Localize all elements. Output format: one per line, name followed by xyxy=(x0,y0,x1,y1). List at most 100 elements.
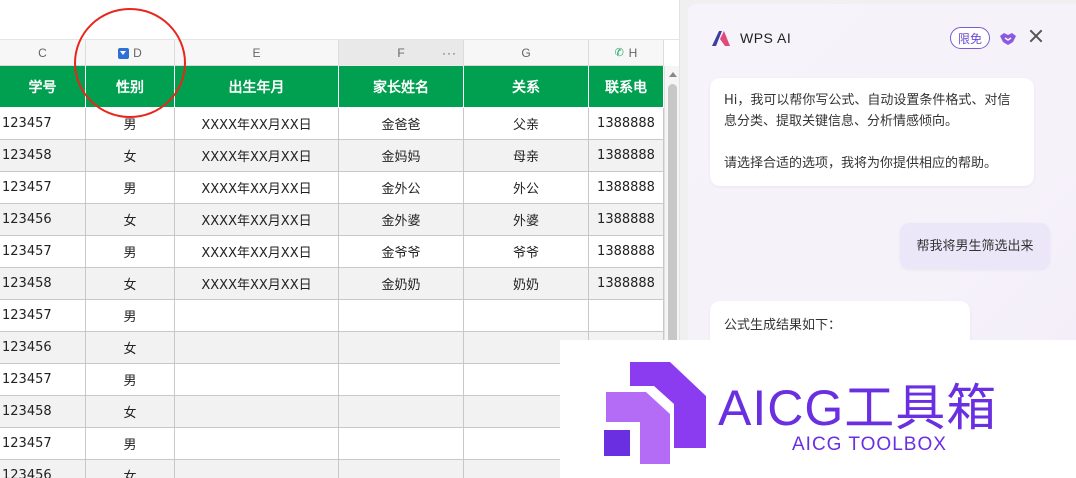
table-cell[interactable]: 爷爷 xyxy=(464,236,589,268)
table-cell[interactable]: 1388888 xyxy=(589,108,664,140)
table-cell[interactable]: 奶奶 xyxy=(464,268,589,300)
table-cell[interactable]: 外公 xyxy=(464,172,589,204)
table-header-row: 学号 性别 出生年月 家长姓名 关系 联系电 xyxy=(0,66,664,108)
column-letter: G xyxy=(521,46,531,60)
table-row: 123456 女 XXXX年XX月XX日 金外婆 外婆 1388888 xyxy=(0,204,664,236)
user-message: 帮我将男生筛选出来 xyxy=(900,223,1050,269)
table-cell[interactable]: 男 xyxy=(86,428,175,460)
table-cell[interactable]: 123457 xyxy=(0,428,86,460)
table-cell[interactable]: 金奶奶 xyxy=(339,268,464,300)
scroll-up-arrow-icon[interactable] xyxy=(669,72,677,77)
table-cell[interactable]: XXXX年XX月XX日 xyxy=(175,172,339,204)
table-cell[interactable]: 男 xyxy=(86,364,175,396)
table-cell[interactable] xyxy=(339,364,464,396)
table-cell[interactable] xyxy=(339,428,464,460)
header-cell[interactable]: 联系电 xyxy=(589,66,664,108)
table-cell[interactable]: 123456 xyxy=(0,460,86,478)
table-cell[interactable]: 123456 xyxy=(0,332,86,364)
table-cell[interactable]: 女 xyxy=(86,140,175,172)
column-header-bar: C D E F ··· G ✆ H xyxy=(0,40,664,66)
header-cell[interactable]: 性别 xyxy=(86,66,175,108)
table-cell[interactable]: XXXX年XX月XX日 xyxy=(175,108,339,140)
table-cell[interactable]: 女 xyxy=(86,332,175,364)
table-cell[interactable] xyxy=(175,396,339,428)
aicg-logo-icon xyxy=(604,362,706,464)
column-header-f[interactable]: F ··· xyxy=(339,40,464,66)
table-cell[interactable]: 123458 xyxy=(0,396,86,428)
table-cell[interactable]: 1388888 xyxy=(589,204,664,236)
header-cell[interactable]: 学号 xyxy=(0,66,86,108)
app-window: C D E F ··· G ✆ H 学号 性别 出生年月 家长姓名 关系 联系电 123457 男 XXXX年… xyxy=(0,0,1076,478)
header-cell[interactable]: 关系 xyxy=(464,66,589,108)
formula-bar[interactable] xyxy=(0,0,679,40)
column-letter: C xyxy=(38,46,47,60)
table-cell[interactable]: 123457 xyxy=(0,172,86,204)
table-cell[interactable]: 1388888 xyxy=(589,268,664,300)
table-cell[interactable]: 1388888 xyxy=(589,172,664,204)
header-cell[interactable]: 家长姓名 xyxy=(339,66,464,108)
table-cell[interactable]: 123457 xyxy=(0,236,86,268)
column-more-icon[interactable]: ··· xyxy=(442,46,457,60)
table-cell[interactable]: 男 xyxy=(86,236,175,268)
table-cell[interactable]: 123458 xyxy=(0,268,86,300)
column-letter: D xyxy=(133,46,142,60)
table-cell[interactable]: 123457 xyxy=(0,108,86,140)
table-cell[interactable]: 1388888 xyxy=(589,236,664,268)
table-cell[interactable] xyxy=(589,300,664,332)
table-row: 123457 男 XXXX年XX月XX日 金爷爷 爷爷 1388888 xyxy=(0,236,664,268)
table-cell[interactable]: 女 xyxy=(86,268,175,300)
header-cell[interactable]: 出生年月 xyxy=(175,66,339,108)
table-cell[interactable]: 123457 xyxy=(0,364,86,396)
panel-title: WPS AI xyxy=(740,30,792,46)
table-cell[interactable] xyxy=(175,332,339,364)
table-row: 123458 女 XXXX年XX月XX日 金妈妈 母亲 1388888 xyxy=(0,140,664,172)
table-cell[interactable]: 金爸爸 xyxy=(339,108,464,140)
close-icon[interactable] xyxy=(1028,28,1044,44)
table-cell[interactable]: 金妈妈 xyxy=(339,140,464,172)
table-cell[interactable]: 女 xyxy=(86,396,175,428)
table-row: 123458 女 XXXX年XX月XX日 金奶奶 奶奶 1388888 xyxy=(0,268,664,300)
table-cell[interactable]: 男 xyxy=(86,300,175,332)
table-cell[interactable] xyxy=(464,300,589,332)
table-cell[interactable] xyxy=(175,300,339,332)
table-cell[interactable] xyxy=(339,460,464,478)
column-header-c[interactable]: C xyxy=(0,40,86,66)
assistant-message: Hi，我可以帮你写公式、自动设置条件格式、对信息分类、提取关键信息、分析情感倾向… xyxy=(710,78,1034,186)
column-header-g[interactable]: G xyxy=(464,40,589,66)
table-cell[interactable] xyxy=(339,332,464,364)
table-row: 123457 男 xyxy=(0,300,664,332)
table-cell[interactable]: 女 xyxy=(86,204,175,236)
table-cell[interactable] xyxy=(339,396,464,428)
table-cell[interactable]: 金外婆 xyxy=(339,204,464,236)
assistant-message-text: Hi，我可以帮你写公式、自动设置条件格式、对信息分类、提取关键信息、分析情感倾向… xyxy=(724,93,1011,171)
table-cell[interactable]: XXXX年XX月XX日 xyxy=(175,236,339,268)
column-header-d[interactable]: D xyxy=(86,40,175,66)
table-cell[interactable]: XXXX年XX月XX日 xyxy=(175,204,339,236)
column-letter: E xyxy=(252,46,261,60)
table-cell[interactable]: XXXX年XX月XX日 xyxy=(175,140,339,172)
column-letter: H xyxy=(628,46,638,60)
watermark-subtitle: AICG TOOLBOX xyxy=(792,434,947,455)
table-cell[interactable]: 123456 xyxy=(0,204,86,236)
table-cell[interactable] xyxy=(339,300,464,332)
table-cell[interactable] xyxy=(175,460,339,478)
table-cell[interactable]: 男 xyxy=(86,172,175,204)
table-cell[interactable]: 男 xyxy=(86,108,175,140)
table-cell[interactable]: 金外公 xyxy=(339,172,464,204)
table-cell[interactable]: 母亲 xyxy=(464,140,589,172)
handshake-icon[interactable] xyxy=(998,28,1018,48)
table-cell[interactable]: 123457 xyxy=(0,300,86,332)
table-cell[interactable]: 女 xyxy=(86,460,175,478)
table-cell[interactable] xyxy=(175,364,339,396)
table-cell[interactable]: 金爷爷 xyxy=(339,236,464,268)
filter-dropdown-icon[interactable] xyxy=(118,47,130,59)
table-cell[interactable]: 1388888 xyxy=(589,140,664,172)
table-cell[interactable]: 父亲 xyxy=(464,108,589,140)
watermark: AICG工具箱 AICG TOOLBOX xyxy=(560,340,1076,478)
table-cell[interactable]: XXXX年XX月XX日 xyxy=(175,268,339,300)
column-header-h[interactable]: ✆ H xyxy=(589,40,664,66)
column-header-e[interactable]: E xyxy=(175,40,339,66)
table-cell[interactable]: 外婆 xyxy=(464,204,589,236)
table-cell[interactable] xyxy=(175,428,339,460)
table-cell[interactable]: 123458 xyxy=(0,140,86,172)
